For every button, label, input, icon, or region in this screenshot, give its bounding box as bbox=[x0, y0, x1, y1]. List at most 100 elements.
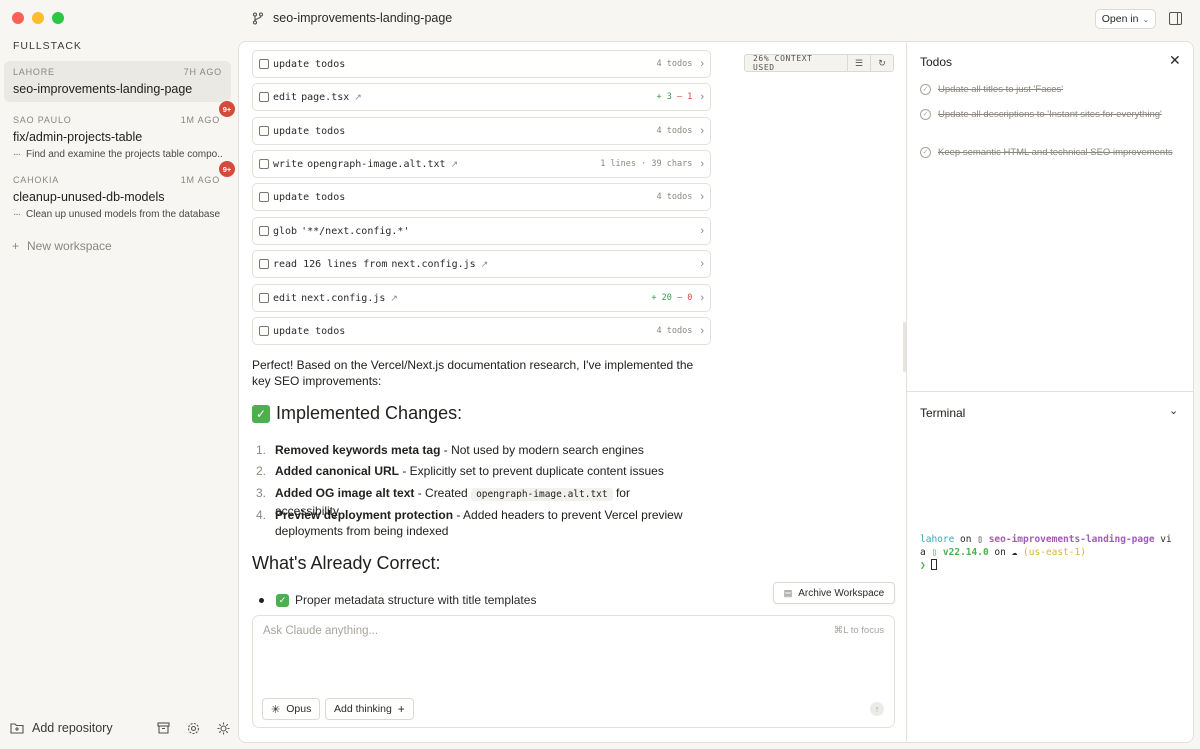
tool-verb: glob bbox=[273, 225, 298, 237]
node-glyph-icon: ▯ bbox=[931, 547, 938, 558]
chevron-right-icon: › bbox=[700, 58, 704, 70]
terminal-output[interactable]: lahore on ▯ seo-improvements-landing-pag… bbox=[920, 533, 1190, 572]
chevron-right-icon: › bbox=[700, 191, 704, 203]
workspace-subtitle: Clean up unused models from the database bbox=[26, 209, 221, 220]
todo-item: ✓ Update all descriptions to 'Instant si… bbox=[920, 108, 1180, 121]
chevron-down-icon: ⌄ bbox=[1142, 14, 1150, 24]
tool-verb: update todos bbox=[273, 191, 346, 203]
chevron-right-icon: › bbox=[700, 325, 704, 337]
send-arrow-icon[interactable]: ↑ bbox=[870, 702, 884, 716]
notification-badge: 9+ bbox=[219, 161, 235, 177]
add-thinking-button[interactable]: Add thinking + bbox=[325, 698, 414, 720]
add-repository-button[interactable]: Add repository bbox=[10, 721, 113, 735]
branch-name: seo-improvements-landing-page bbox=[273, 11, 453, 25]
bullet-icon bbox=[259, 597, 264, 603]
tool-call-row[interactable]: update todos 4 todos › bbox=[252, 117, 711, 145]
tool-call-row[interactable]: edit next.config.js ↗ + 20 — 0 › bbox=[252, 284, 711, 312]
list-number: 4. bbox=[256, 508, 267, 522]
list-settings-icon[interactable]: ☰ bbox=[848, 54, 871, 72]
diff-additions: + 3 bbox=[656, 92, 672, 102]
tool-arg: opengraph-image.alt.txt bbox=[307, 158, 446, 170]
terminal-region: (us-east-1) bbox=[1023, 547, 1086, 558]
open-in-label: Open in bbox=[1101, 13, 1139, 25]
todo-item: ✓ Keep semantic HTML and technical SEO i… bbox=[920, 146, 1180, 159]
checkbox-icon bbox=[259, 59, 269, 69]
todo-text: Keep semantic HTML and technical SEO imp… bbox=[938, 147, 1173, 158]
model-selector-button[interactable]: ✳ Opus bbox=[262, 698, 321, 720]
activity-dots-icon: ··· bbox=[13, 149, 21, 160]
folder-plus-icon bbox=[10, 721, 24, 735]
archive-workspace-button[interactable]: ▤ Archive Workspace bbox=[773, 582, 895, 604]
external-link-icon[interactable]: ↗ bbox=[481, 259, 489, 270]
external-link-icon[interactable]: ↗ bbox=[354, 92, 362, 103]
list-item-title: Removed keywords meta tag bbox=[275, 443, 441, 457]
checkmark-emoji-icon: ✓ bbox=[252, 404, 270, 423]
branch-glyph-icon: ▯ bbox=[977, 534, 983, 545]
terminal-text: vi bbox=[1154, 534, 1172, 545]
list-number: 2. bbox=[256, 464, 267, 478]
tool-meta: 4 todos bbox=[656, 326, 693, 336]
workspace-name: cleanup-unused-db-models bbox=[13, 190, 165, 204]
tool-meta: 4 todos bbox=[656, 59, 693, 69]
workspace-item-lahore[interactable]: LAHORE 7H AGO seo-improvements-landing-p… bbox=[4, 61, 231, 102]
tool-arg: page.tsx bbox=[301, 91, 350, 103]
tool-call-row[interactable]: edit page.tsx ↗ + 3 — 1 › bbox=[252, 83, 711, 111]
external-link-icon[interactable]: ↗ bbox=[451, 159, 459, 170]
workspace-item-cahokia[interactable]: 9+ CAHOKIA 1M AGO cleanup-unused-db-mode… bbox=[4, 161, 235, 226]
add-repository-label: Add repository bbox=[32, 721, 113, 735]
tool-call-row[interactable]: update todos 4 todos › bbox=[252, 183, 711, 211]
tool-call-row[interactable]: glob '**/next.config.*' › bbox=[252, 217, 711, 245]
list-item-title: Added OG image alt text bbox=[275, 486, 415, 500]
list-number: 1. bbox=[256, 443, 267, 457]
list-item: 2. Added canonical URL - Explicitly set … bbox=[256, 463, 696, 479]
workspace-subtitle: Find and examine the projects table comp… bbox=[26, 149, 222, 160]
toggle-panel-icon[interactable] bbox=[1169, 12, 1182, 25]
list-item-title: Added canonical URL bbox=[275, 464, 400, 478]
diff-deletions: — 1 bbox=[676, 92, 693, 102]
focus-shortcut-hint: ⌘L to focus bbox=[833, 625, 884, 636]
external-link-icon[interactable]: ↗ bbox=[390, 293, 398, 304]
close-icon[interactable]: ✕ bbox=[1169, 52, 1181, 69]
plus-icon: + bbox=[397, 702, 405, 716]
add-thinking-label: Add thinking bbox=[334, 703, 392, 715]
tool-verb: update todos bbox=[273, 325, 346, 337]
chevron-right-icon: › bbox=[700, 292, 704, 304]
workspace-item-sao-paulo[interactable]: 9+ SAO PAULO 1M AGO fix/admin-projects-t… bbox=[4, 101, 235, 166]
refresh-icon[interactable]: ↻ bbox=[871, 54, 894, 72]
message-composer[interactable]: Ask Claude anything... ⌘L to focus ✳ Opu… bbox=[252, 615, 895, 728]
scrollbar[interactable] bbox=[903, 322, 906, 372]
archive-icon: ▤ bbox=[783, 587, 793, 598]
diff-additions: + 20 bbox=[651, 293, 672, 303]
new-workspace-button[interactable]: + New workspace bbox=[12, 239, 112, 253]
heading-text: What's Already Correct: bbox=[252, 553, 441, 573]
chevron-down-icon[interactable]: ⌄ bbox=[1169, 404, 1178, 417]
list-item: 4. Preview deployment protection - Added… bbox=[256, 507, 696, 539]
terminal-user: lahore bbox=[920, 534, 955, 545]
list-item-title: Preview deployment protection bbox=[275, 508, 454, 522]
tool-verb: edit bbox=[273, 292, 298, 304]
tool-verb: update todos bbox=[273, 58, 346, 70]
tool-call-row[interactable]: update todos 4 todos › bbox=[252, 50, 711, 78]
notification-badge: 9+ bbox=[219, 101, 235, 117]
terminal-branch: seo-improvements-landing-page bbox=[988, 534, 1155, 545]
inline-code: opengraph-image.alt.txt bbox=[471, 488, 613, 501]
check-circle-icon: ✓ bbox=[920, 84, 931, 95]
file-icon bbox=[259, 259, 269, 269]
open-in-dropdown[interactable]: Open in ⌄ bbox=[1095, 9, 1156, 29]
context-usage-bar: 26% CONTEXT USED ☰ ↻ bbox=[744, 54, 895, 72]
archive-workspace-label: Archive Workspace bbox=[798, 587, 885, 599]
tool-call-row[interactable]: write opengraph-image.alt.txt ↗ 1 lines … bbox=[252, 150, 711, 178]
check-circle-icon: ✓ bbox=[920, 109, 931, 120]
assistant-message-intro: Perfect! Based on the Vercel/Next.js doc… bbox=[252, 358, 694, 388]
cloud-icon: ☁ bbox=[1011, 547, 1018, 558]
todo-item: ✓ Update all titles to just 'Faces' bbox=[920, 83, 1180, 96]
tool-call-row[interactable]: update todos 4 todos › bbox=[252, 317, 711, 345]
todo-text: Update all titles to just 'Faces' bbox=[938, 84, 1064, 95]
tool-verb: write bbox=[273, 158, 304, 170]
sun-icon[interactable] bbox=[216, 721, 230, 735]
archive-icon[interactable] bbox=[156, 721, 170, 735]
checkmark-emoji-icon: ✓ bbox=[276, 593, 289, 607]
gear-icon[interactable] bbox=[186, 721, 200, 735]
chevron-right-icon: › bbox=[700, 158, 704, 170]
tool-call-row[interactable]: read 126 lines from next.config.js ↗ › bbox=[252, 250, 711, 278]
